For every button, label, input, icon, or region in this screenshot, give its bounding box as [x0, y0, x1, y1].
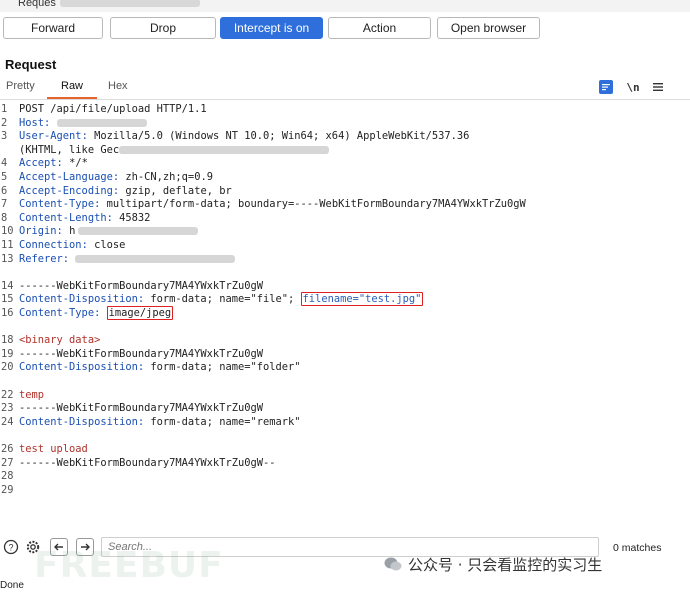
code-line: 19 ------WebKitFormBoundary7MA4YWxkTrZu0g… [1, 347, 263, 360]
wechat-icon [384, 557, 402, 571]
code-line: 11 Connection: close [1, 239, 126, 251]
window-title: Reques [18, 0, 200, 9]
content-type-highlight: image/jpeg [106, 306, 174, 320]
request-view-tabs: Pretty Raw Hex [0, 78, 690, 98]
tab-hex[interactable]: Hex [108, 80, 128, 92]
wechat-watermark-text: 公众号 · 只会看监控的实习生 [408, 555, 603, 574]
code-line: 2 Host: [0, 117, 690, 130]
code-line: 27 ------WebKitFormBoundary7MA4YWxkTrZu0g… [1, 456, 276, 469]
match-count: 0 matches [613, 542, 662, 554]
code-line: 22 temp [1, 388, 45, 401]
help-icon[interactable]: ? [2, 538, 20, 556]
code-line: 14 ------WebKitFormBoundary7MA4YWxkTrZu0g… [1, 279, 263, 292]
code-line: 7 Content-Type: multipart/form-data; boun… [1, 198, 526, 211]
filename-highlight: filename="test.jpg" [300, 292, 424, 307]
status-bar: Done [0, 580, 690, 593]
tabs-divider [0, 99, 690, 100]
raw-request-editor[interactable]: 1 POST /api/file/upload HTTP/1.1 2 Host: 3… [0, 101, 690, 521]
intercept-toggle-button[interactable]: Intercept is on [220, 17, 323, 39]
code-line: (KHTML, like Gec [0, 144, 690, 157]
newline-toggle-icon[interactable]: \n [626, 80, 640, 94]
action-button[interactable]: Action [328, 17, 431, 39]
forward-button[interactable]: Forward [3, 17, 103, 39]
code-line: 26 test upload [1, 443, 88, 455]
code-line: 20 Content-Disposition: form-data; name="… [1, 361, 301, 374]
code-line: 13 Referer: [0, 253, 690, 266]
open-browser-button[interactable]: Open browser [437, 17, 540, 39]
status-text: Done [0, 580, 24, 591]
code-line: 15 Content-Disposition: form-data; name="… [1, 292, 424, 307]
code-line: 10 Origin: h [0, 225, 690, 238]
wechat-watermark: 公众号 · 只会看监控的实习生 [384, 552, 602, 576]
tab-pretty[interactable]: Pretty [6, 80, 35, 92]
code-line: 29 [1, 483, 14, 496]
code-line: 6 Accept-Encoding: gzip, deflate, br [1, 184, 232, 197]
code-line: 1 POST /api/file/upload HTTP/1.1 [1, 103, 207, 115]
window-title-bar: Reques [0, 0, 690, 12]
code-line: 16 Content-Type: image/jpeg [1, 306, 174, 320]
wrap-icon[interactable] [599, 80, 613, 94]
svg-text:?: ? [8, 543, 13, 553]
code-line: 28 [1, 470, 14, 483]
code-line: 3 User-Agent: Mozilla/5.0 (Windows NT 10.… [1, 130, 470, 143]
code-line: 8 Content-Length: 45832 [1, 211, 151, 224]
proxy-toolbar: Forward Drop Intercept is on Action Open… [0, 12, 690, 46]
drop-button[interactable]: Drop [110, 17, 216, 39]
code-line: 23 ------WebKitFormBoundary7MA4YWxkTrZu0g… [1, 402, 263, 415]
tab-raw[interactable]: Raw [61, 80, 83, 92]
code-line: 18 <binary data> [1, 334, 101, 347]
code-line: 4 Accept: */* [1, 157, 88, 170]
request-panel-title: Request [5, 57, 57, 72]
menu-icon[interactable] [651, 80, 665, 94]
code-line: 5 Accept-Language: zh-CN,zh;q=0.9 [1, 171, 213, 183]
code-line: 24 Content-Disposition: form-data; name="… [1, 415, 301, 428]
